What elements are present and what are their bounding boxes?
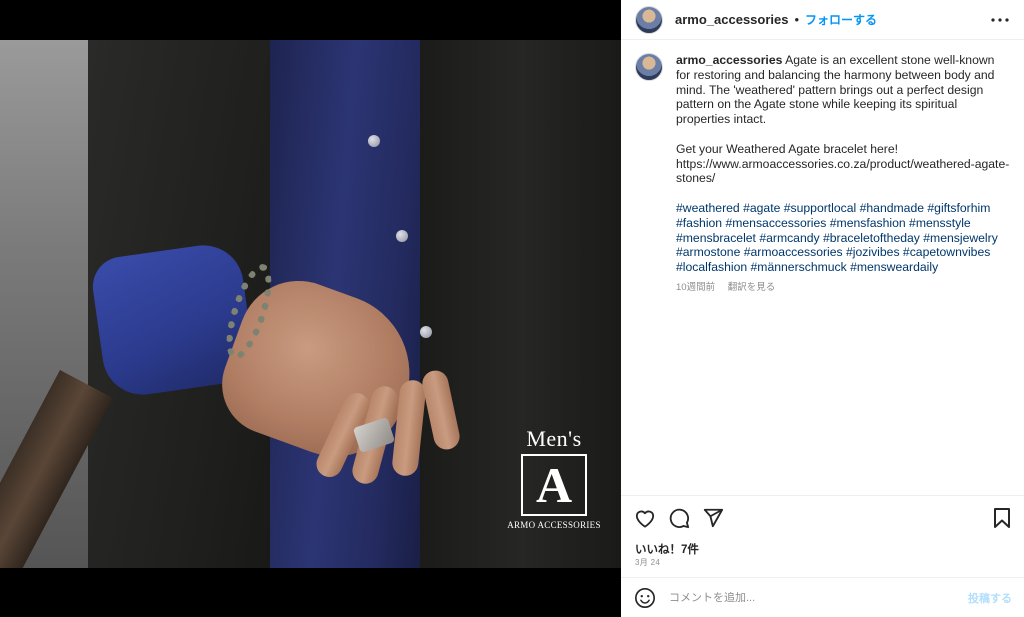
photo-shirt-button bbox=[396, 230, 408, 242]
brand-logo: Men's A ARMO ACCESSORIES bbox=[506, 426, 602, 538]
emoji-icon bbox=[635, 587, 655, 608]
logo-mark-letter: A bbox=[535, 457, 573, 513]
caption-comment: armo_accessories Agate is an excellent s… bbox=[621, 41, 1024, 296]
comment-button[interactable] bbox=[667, 506, 691, 530]
emoji-button[interactable] bbox=[633, 586, 657, 610]
logo-mens-text: Men's bbox=[526, 426, 582, 451]
caption-meta: 10週間前 翻訳を見る bbox=[676, 281, 1010, 296]
avatar[interactable] bbox=[635, 5, 663, 34]
add-comment-bar: 投稿する bbox=[621, 577, 1024, 617]
post-date[interactable]: 3月 24 bbox=[635, 557, 660, 568]
comment-input[interactable] bbox=[669, 591, 959, 604]
post-comment-button[interactable]: 投稿する bbox=[968, 590, 1012, 606]
share-button[interactable] bbox=[701, 506, 725, 530]
post-header: armo_accessories • フォローする bbox=[621, 0, 1024, 40]
photo-shirt-button bbox=[420, 326, 432, 338]
action-icons bbox=[633, 506, 725, 530]
more-options-button[interactable] bbox=[988, 8, 1012, 32]
send-icon bbox=[703, 508, 724, 528]
avatar[interactable] bbox=[635, 53, 663, 81]
follow-button[interactable]: フォローする bbox=[805, 11, 877, 28]
logo-brand-text: ARMO ACCESSORIES bbox=[507, 520, 601, 530]
header-separator: • bbox=[794, 12, 800, 27]
photo-shirt-button bbox=[368, 135, 380, 147]
translate-link[interactable]: 翻訳を見る bbox=[728, 282, 776, 293]
like-button[interactable] bbox=[633, 506, 657, 530]
comment-icon bbox=[669, 508, 690, 529]
post-actions: いいね！7件 3月 24 bbox=[621, 495, 1024, 576]
caption-link: https://www.armoaccessories.co.za/produc… bbox=[676, 156, 1010, 186]
caption-username[interactable]: armo_accessories bbox=[676, 53, 782, 67]
save-button[interactable] bbox=[990, 506, 1014, 530]
header-username[interactable]: armo_accessories bbox=[675, 12, 788, 27]
post-side-panel: armo_accessories • フォローする armo_accessori… bbox=[621, 0, 1024, 617]
likes-count[interactable]: いいね！7件 bbox=[635, 541, 699, 557]
bookmark-icon bbox=[994, 508, 1010, 528]
heart-icon bbox=[635, 510, 655, 528]
post-media[interactable]: Men's A ARMO ACCESSORIES bbox=[0, 0, 621, 617]
logo-mark: A bbox=[521, 454, 587, 516]
caption-cta: Get your Weathered Agate bracelet here! bbox=[676, 141, 898, 156]
more-horizontal-icon bbox=[991, 18, 1009, 22]
caption-time[interactable]: 10週間前 bbox=[676, 282, 715, 293]
caption-text: armo_accessories Agate is an excellent s… bbox=[676, 53, 1010, 296]
caption-hashtags[interactable]: #weathered #agate #supportlocal #handmad… bbox=[676, 201, 1010, 275]
comments-section[interactable]: armo_accessories Agate is an excellent s… bbox=[621, 41, 1024, 495]
